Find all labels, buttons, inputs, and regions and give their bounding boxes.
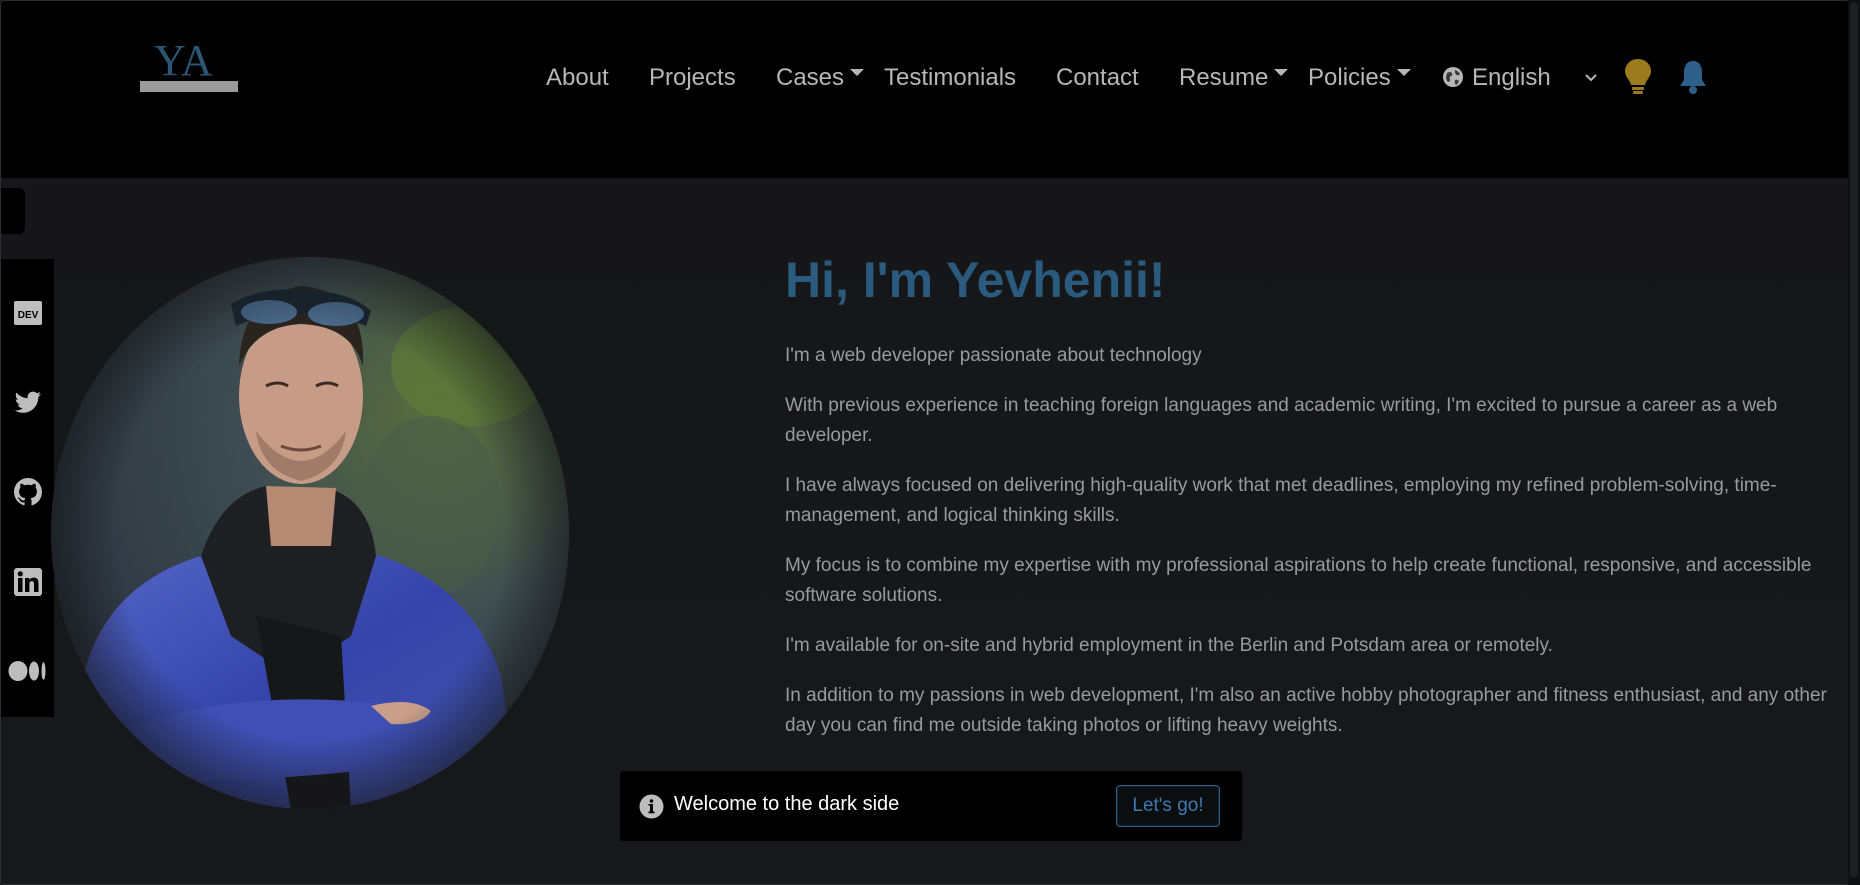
twitter-icon[interactable] bbox=[13, 387, 43, 417]
welcome-toast: Welcome to the dark side Let's go! bbox=[620, 771, 1242, 841]
scrollbar[interactable] bbox=[1848, 0, 1860, 885]
nav-cases-label: Cases bbox=[776, 64, 845, 91]
logo[interactable]: YA bbox=[140, 41, 238, 109]
profile-photo bbox=[51, 257, 569, 809]
dev-icon-label: DEV bbox=[18, 310, 39, 321]
github-icon[interactable] bbox=[13, 477, 43, 507]
nav-about[interactable]: About bbox=[546, 58, 609, 98]
nav-resume[interactable]: Resume bbox=[1179, 58, 1289, 98]
sidebar-toggle[interactable] bbox=[1, 188, 25, 234]
lightbulb-icon[interactable] bbox=[1623, 58, 1653, 96]
nav-cases[interactable]: Cases bbox=[776, 58, 865, 98]
nav-projects[interactable]: Projects bbox=[649, 58, 736, 98]
bio-paragraph: With previous experience in teaching for… bbox=[785, 395, 1778, 446]
bio-section: I'm a web developer passionate about tec… bbox=[785, 341, 1831, 761]
bio-paragraph: I'm a web developer passionate about tec… bbox=[785, 345, 1202, 366]
chevron-down-icon[interactable] bbox=[1581, 68, 1601, 88]
globe-icon bbox=[1443, 66, 1463, 87]
language-label: English bbox=[1472, 64, 1551, 91]
nav-resume-label: Resume bbox=[1179, 64, 1269, 91]
nav-policies[interactable]: Policies bbox=[1308, 58, 1411, 98]
page-title: Hi, I'm Yevhenii! bbox=[785, 252, 1166, 308]
bio-paragraph: In addition to my passions in web develo… bbox=[785, 685, 1827, 736]
site-header: YA About Projects Cases Testimonials Con… bbox=[1, 1, 1849, 178]
scrollbar-thumb[interactable] bbox=[1850, 2, 1858, 877]
nav-testimonials[interactable]: Testimonials bbox=[884, 58, 1016, 98]
lets-go-button[interactable]: Let's go! bbox=[1116, 785, 1220, 827]
bio-paragraph: I'm available for on-site and hybrid emp… bbox=[785, 635, 1553, 656]
dropdown-caret-icon bbox=[1274, 69, 1289, 77]
nav-contact[interactable]: Contact bbox=[1056, 58, 1139, 98]
medium-icon[interactable] bbox=[8, 656, 48, 686]
bio-paragraph: I have always focused on delivering high… bbox=[785, 475, 1777, 526]
dropdown-caret-icon bbox=[850, 69, 865, 77]
dropdown-caret-icon bbox=[1396, 69, 1411, 77]
dev-icon[interactable]: DEV bbox=[13, 298, 43, 328]
logo-bar bbox=[140, 81, 238, 92]
social-sidebar: DEV bbox=[1, 259, 54, 717]
language-select[interactable]: English bbox=[1442, 58, 1551, 98]
logo-text: YA bbox=[154, 41, 213, 85]
bio-paragraph: My focus is to combine my expertise with… bbox=[785, 555, 1812, 606]
toast-message: Welcome to the dark side bbox=[674, 793, 900, 815]
linkedin-icon[interactable] bbox=[13, 567, 43, 597]
bell-icon[interactable] bbox=[1678, 59, 1708, 95]
nav-policies-label: Policies bbox=[1308, 64, 1391, 91]
info-icon bbox=[639, 794, 664, 819]
page-frame: YA About Projects Cases Testimonials Con… bbox=[0, 0, 1850, 885]
